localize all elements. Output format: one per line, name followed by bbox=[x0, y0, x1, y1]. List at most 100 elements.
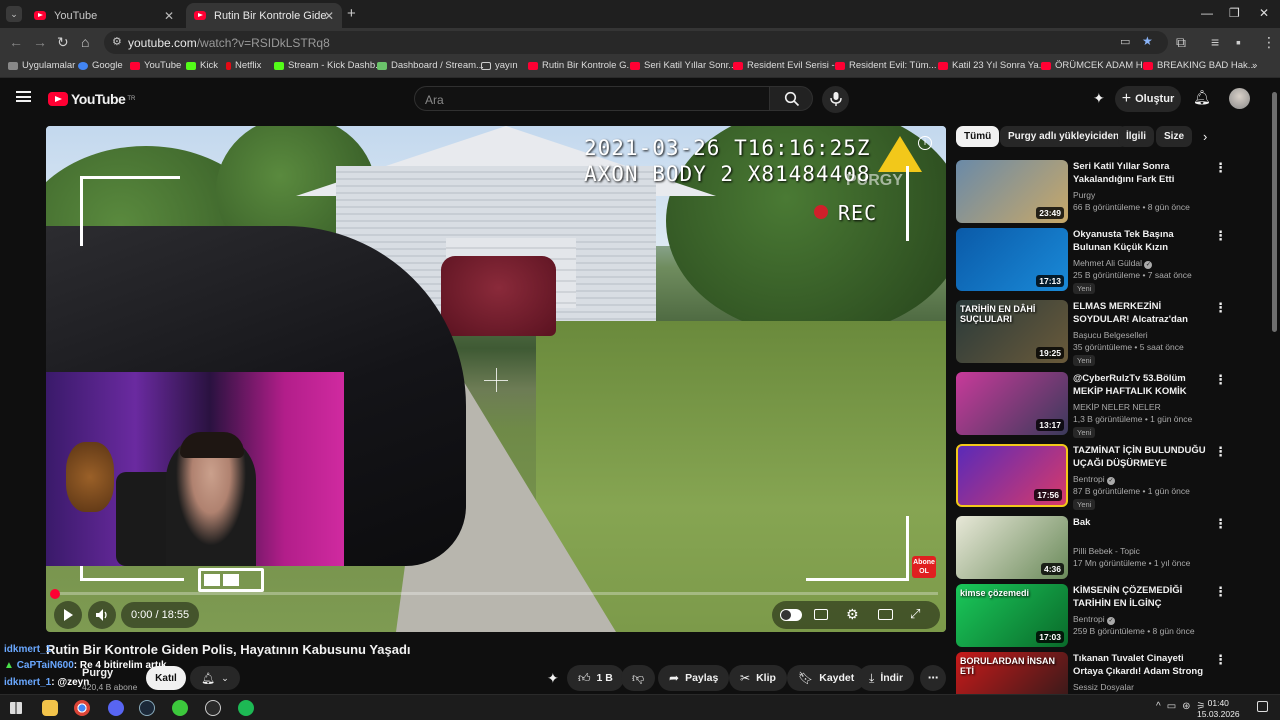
youtube-logo[interactable]: YouTube TR bbox=[48, 91, 135, 107]
extension-icon[interactable]: ✦ bbox=[1093, 90, 1105, 107]
recommendation-card[interactable]: 17:13 Okyanusta Tek Başına Bulunan Küçük … bbox=[956, 228, 1227, 294]
bookmark-kick[interactable]: Kick bbox=[186, 60, 218, 71]
chip-from-uploader[interactable]: Purgy adlı yükleyiciden bbox=[1000, 126, 1128, 147]
subtitles-icon[interactable] bbox=[814, 609, 828, 620]
discord-icon[interactable] bbox=[108, 700, 124, 716]
bookmark-video-2[interactable]: Seri Katil Yıllar Sonr... bbox=[630, 60, 736, 71]
sparkle-icon[interactable]: ✦ bbox=[547, 670, 559, 687]
create-button[interactable]: + Oluştur bbox=[1115, 86, 1181, 112]
file-explorer-icon[interactable] bbox=[42, 700, 58, 716]
recommendation-title[interactable]: Seri Katil Yıllar Sonra Yakalandığını Fa… bbox=[1073, 160, 1211, 186]
bookmark-video-3[interactable]: Resident Evil Serisi -... bbox=[733, 60, 843, 71]
search-input[interactable]: Ara bbox=[414, 86, 770, 111]
recommendation-card[interactable]: kimse çözemedi 17:03 KİMSENİN ÇÖZEMEDİĞİ T… bbox=[956, 584, 1227, 650]
bookmark-google[interactable]: Google bbox=[78, 60, 123, 71]
taskbar-clock[interactable]: 01:40 15.03.2026 bbox=[1197, 698, 1240, 720]
bookmark-video-4[interactable]: Resident Evil: Tüm... bbox=[835, 60, 936, 71]
recommendation-channel[interactable]: MEKİP NELER NELER bbox=[1073, 402, 1161, 412]
recommendation-title[interactable]: KİMSENİN ÇÖZEMEDİĞİ TARİHİN EN İLGİNÇ KA… bbox=[1073, 584, 1211, 611]
recommendation-card[interactable]: 13:17 @CyberRulzTv 53.Bölüm MEKİP HAFTALI… bbox=[956, 372, 1227, 438]
recommendation-card[interactable]: 4:36 Bak Pilli Bebek - Topic 17 Mn görüntül… bbox=[956, 516, 1227, 582]
recommendation-channel[interactable]: Sessiz Dosyalar bbox=[1073, 682, 1134, 692]
play-button[interactable] bbox=[54, 601, 82, 629]
more-vertical-icon[interactable]: ⋮ bbox=[1214, 160, 1227, 176]
browser-tab-video[interactable]: Rutin Bir Kontrole Giden Polis, Hayatını… bbox=[186, 3, 342, 28]
video-thumbnail[interactable]: 13:17 bbox=[956, 372, 1068, 435]
recommendation-channel[interactable]: Başucu Belgeselleri bbox=[1073, 330, 1148, 340]
channel-name[interactable]: Purgy bbox=[82, 667, 113, 679]
close-tab-icon[interactable]: ✕ bbox=[164, 9, 174, 23]
recommendation-channel[interactable]: Mehmet Ali Güldal ✓ bbox=[1073, 258, 1153, 269]
more-bookmarks-icon[interactable]: » bbox=[1252, 60, 1257, 71]
subscribe-badge[interactable]: Abone OL bbox=[912, 556, 936, 578]
recommendation-title[interactable]: Okyanusta Tek Başına Bulunan Küçük Kızın… bbox=[1073, 228, 1211, 255]
video-thumbnail[interactable]: 4:36 bbox=[956, 516, 1068, 579]
cast-icon[interactable]: ▭ bbox=[1120, 35, 1130, 48]
xbox-icon[interactable] bbox=[172, 700, 188, 716]
recommendation-title[interactable]: TAZMİNAT İÇİN BULUNDUĞU UÇAĞI DÜŞÜRMEYE … bbox=[1073, 444, 1211, 471]
progress-bar[interactable] bbox=[54, 592, 938, 595]
menu-kebab-icon[interactable]: ⋮ bbox=[1262, 34, 1276, 51]
bookmark-youtube[interactable]: YouTube bbox=[130, 60, 181, 71]
volume-button[interactable] bbox=[88, 601, 116, 629]
settings-gear-icon[interactable]: ⚙ bbox=[846, 606, 859, 623]
site-info-icon[interactable]: ⚙ bbox=[112, 35, 122, 48]
recommendation-card[interactable]: TARİHİN EN DÂHİ SUÇLULARI 19:25 ELMAS MERK… bbox=[956, 300, 1227, 366]
bookmark-video-7[interactable]: BREAKING BAD Hak... bbox=[1143, 60, 1256, 71]
clip-button[interactable]: ✂ Klip bbox=[729, 665, 787, 691]
progress-scrubber[interactable] bbox=[50, 589, 60, 599]
bookmark-apps[interactable]: Uygulamalar bbox=[8, 60, 75, 71]
more-vertical-icon[interactable]: ⋮ bbox=[1214, 444, 1227, 460]
close-tab-icon[interactable]: ✕ bbox=[324, 9, 334, 23]
spotify-icon[interactable] bbox=[238, 700, 254, 716]
media-icon[interactable]: ≡ bbox=[1211, 34, 1219, 50]
save-button[interactable]: 🔖︎ Kaydet bbox=[787, 665, 866, 691]
obs-icon[interactable] bbox=[205, 700, 221, 716]
recommendation-channel[interactable]: Purgy bbox=[1073, 190, 1095, 200]
hamburger-menu-icon[interactable] bbox=[16, 91, 31, 102]
autoplay-toggle[interactable] bbox=[780, 609, 802, 621]
more-vertical-icon[interactable]: ⋮ bbox=[1214, 228, 1227, 244]
dislike-button[interactable]: 👎︎ bbox=[621, 665, 656, 691]
chrome-icon[interactable] bbox=[74, 700, 90, 716]
more-actions-button[interactable]: ⋯ bbox=[920, 665, 946, 691]
steam-icon[interactable] bbox=[139, 700, 155, 716]
miniplayer-icon[interactable] bbox=[878, 609, 893, 620]
video-player[interactable]: 2021-03-26 T16:16:25Z AXON BODY 2 X81484… bbox=[46, 126, 946, 632]
bookmark-kick-dashboard[interactable]: Stream - Kick Dashb... bbox=[274, 60, 383, 71]
scrollbar-thumb[interactable] bbox=[1272, 92, 1277, 332]
more-vertical-icon[interactable]: ⋮ bbox=[1214, 372, 1227, 388]
join-button[interactable]: Katıl bbox=[146, 666, 186, 690]
more-vertical-icon[interactable]: ⋮ bbox=[1214, 516, 1227, 532]
fullscreen-icon[interactable]: ⤢ bbox=[910, 606, 920, 622]
forward-icon[interactable]: → bbox=[33, 34, 47, 50]
windows-start-icon[interactable] bbox=[10, 702, 22, 714]
recommendation-card[interactable]: 23:49 Seri Katil Yıllar Sonra Yakalandığı… bbox=[956, 160, 1227, 226]
bookmark-stream-dashboard[interactable]: Dashboard / Stream... bbox=[377, 60, 484, 71]
back-icon[interactable]: ← bbox=[9, 34, 23, 50]
minimize-icon[interactable]: — bbox=[1201, 6, 1213, 20]
tab-search-icon[interactable]: ⌄ bbox=[6, 6, 22, 22]
voice-search-button[interactable] bbox=[822, 86, 849, 113]
url-field[interactable]: ⚙ youtube.com/watch?v=RSIDkLSTRq8 ▭ ★ bbox=[104, 31, 1168, 54]
extensions-icon[interactable]: ⧉ bbox=[1176, 34, 1186, 51]
recommendation-card[interactable]: 17:56 TAZMİNAT İÇİN BULUNDUĞU UÇAĞI DÜŞÜR… bbox=[956, 444, 1227, 510]
restore-icon[interactable]: ❐ bbox=[1229, 6, 1240, 20]
reload-icon[interactable]: ↻ bbox=[57, 34, 69, 51]
notification-center-icon[interactable] bbox=[1257, 701, 1268, 712]
download-button[interactable]: ⤓ İndir bbox=[858, 665, 915, 691]
recommendation-channel[interactable]: Pilli Bebek - Topic bbox=[1073, 546, 1140, 556]
chip-for-you[interactable]: Size bbox=[1156, 126, 1193, 147]
bookmark-star-icon[interactable]: ★ bbox=[1142, 34, 1153, 48]
search-button[interactable] bbox=[769, 86, 813, 111]
like-button[interactable]: 👍︎ 1 B bbox=[567, 665, 624, 691]
bookmark-folder-yayin[interactable]: yayın bbox=[481, 60, 518, 71]
video-thumbnail[interactable]: 17:56 bbox=[956, 444, 1068, 507]
video-thumbnail[interactable]: 23:49 bbox=[956, 160, 1068, 223]
close-window-icon[interactable]: ✕ bbox=[1259, 6, 1269, 20]
new-tab-button[interactable]: + bbox=[347, 5, 356, 22]
more-vertical-icon[interactable]: ⋮ bbox=[1214, 300, 1227, 316]
chip-all[interactable]: Tümü bbox=[956, 126, 1000, 147]
avatar[interactable] bbox=[1229, 88, 1250, 109]
video-thumbnail[interactable]: kimse çözemedi 17:03 bbox=[956, 584, 1068, 647]
